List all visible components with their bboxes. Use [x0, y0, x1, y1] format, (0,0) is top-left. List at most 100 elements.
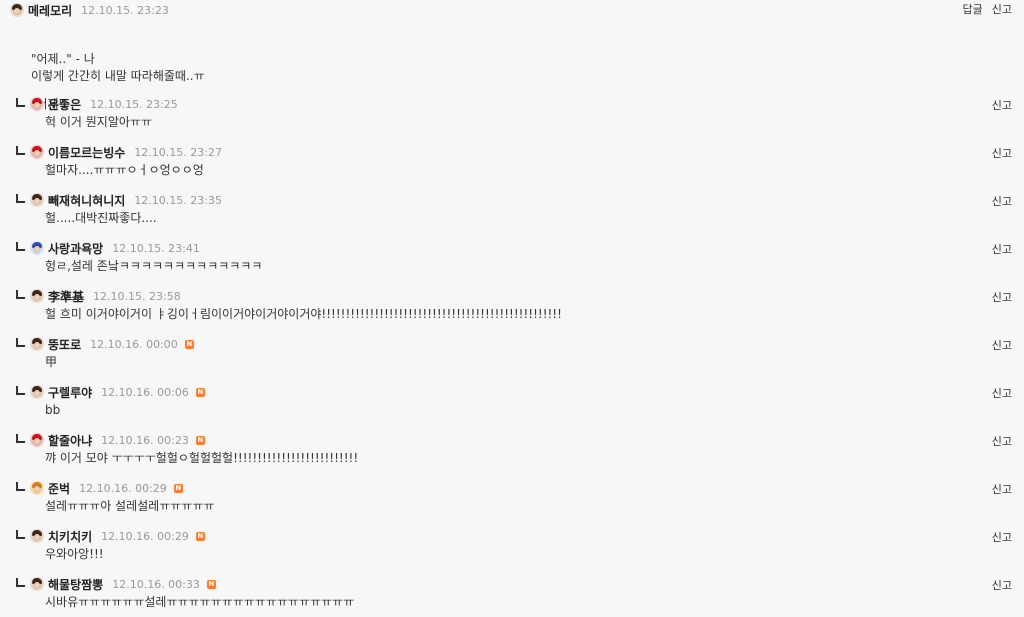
reply-timestamp: 12.10.15. 23:41: [112, 241, 200, 255]
reply-body: 헐.....대박진짜좋다....: [45, 211, 157, 225]
reply-body: 꺄 이거 모야 ㅜㅜㅜㅜ헐헐ㅇ헐헐헐헐!!!!!!!!!!!!!!!!!!!!!…: [45, 451, 359, 465]
reply-author-line: 준벅 12.10.16. 00:29 N: [16, 479, 183, 497]
report-button[interactable]: 신고: [992, 529, 1012, 545]
avatar-icon: [30, 385, 44, 399]
avatar-icon: [10, 3, 24, 17]
reply-body: 시바유ㅠㅠㅠㅠㅠㅠ설레ㅠㅠㅠㅠㅠㅠㅠㅠㅠㅠㅠㅠㅠㅠㅠㅠㅠ: [45, 595, 355, 609]
reply-author-line: 할줄아냐 12.10.16. 00:23 N: [16, 431, 205, 449]
reply-item: 뚱또로 12.10.16. 00:00 N 신고 甲: [0, 335, 1024, 383]
reply-author-line: 해물탕짬뽕 12.10.16. 00:33 N: [16, 575, 216, 593]
reply-author-line: 구렐루야 12.10.16. 00:06 N: [16, 383, 205, 401]
reply-arrow-icon: [16, 290, 25, 299]
reply-item: 사랑과욕망 12.10.15. 23:41 신고 헝ㄹ,설레 존낰ㅋㅋㅋㅋㅋㅋㅋ…: [0, 239, 1024, 287]
report-button[interactable]: 신고: [992, 97, 1012, 113]
report-button[interactable]: 신고: [992, 385, 1012, 401]
reply-arrow-icon: [16, 386, 25, 395]
avatar-icon: [30, 577, 44, 591]
reply-author-name[interactable]: 뚱또로: [48, 336, 81, 353]
avatar-icon: [30, 193, 44, 207]
root-comment: 메레모리 12.10.15. 23:23 답글 신고 "어제.." - 나 "어…: [0, 0, 1024, 111]
comment-list: 메레모리 12.10.15. 23:23 답글 신고 "어제.." - 나 "어…: [0, 0, 1024, 617]
reply-timestamp: 12.10.15. 23:58: [93, 289, 181, 303]
report-button[interactable]: 신고: [992, 193, 1012, 209]
report-button[interactable]: 신고: [992, 145, 1012, 161]
reply-author-name[interactable]: 운좋은: [48, 96, 81, 113]
avatar-icon: [30, 145, 44, 159]
reply-arrow-icon: [16, 434, 25, 443]
reply-author-name[interactable]: 할줄아냐: [48, 432, 92, 449]
avatar-icon: [30, 481, 44, 495]
reply-item: 李準基 12.10.15. 23:58 신고 헐 흐미 이거야이거이 ㅑ깅이ㅓ림…: [0, 287, 1024, 335]
reply-author-name[interactable]: 이름모르는빙수: [48, 144, 125, 161]
report-button[interactable]: 신고: [992, 1, 1012, 17]
reply-body: 헉 이거 뭔지알아ㅠㅠ: [45, 115, 152, 129]
reply-author-name[interactable]: 치키치키: [48, 528, 92, 545]
reply-arrow-icon: [16, 98, 25, 107]
reply-arrow-icon: [16, 482, 25, 491]
avatar-icon: [30, 337, 44, 351]
root-timestamp: 12.10.15. 23:23: [81, 3, 169, 17]
reply-arrow-icon: [16, 194, 25, 203]
avatar-icon: [30, 97, 44, 111]
root-comment-line: "어제.." - 나: [31, 52, 95, 66]
reply-item: 구렐루야 12.10.16. 00:06 N 신고 bb: [0, 383, 1024, 431]
reply-author-line: 사랑과욕망 12.10.15. 23:41: [16, 239, 200, 257]
root-author-line: 메레모리 12.10.15. 23:23: [10, 1, 169, 19]
reply-timestamp: 12.10.16. 00:23: [101, 433, 189, 447]
reply-button[interactable]: 답글: [963, 1, 983, 17]
root-comment-extra: 이렇게 간간히 내말 따라해줄때..ㅠ: [31, 69, 205, 83]
avatar-icon: [30, 241, 44, 255]
root-actions: 답글 신고: [963, 1, 1013, 17]
reply-timestamp: 12.10.16. 00:00: [90, 337, 178, 351]
reply-timestamp: 12.10.15. 23:25: [90, 97, 178, 111]
reply-timestamp: 12.10.16. 00:06: [101, 385, 189, 399]
reply-author-name[interactable]: 해물탕짬뽕: [48, 576, 103, 593]
reply-arrow-icon: [16, 578, 25, 587]
reply-body: 甲: [45, 355, 58, 369]
reply-body: 헐 흐미 이거야이거이 ㅑ깅이ㅓ림이이거야이거야이거야!!!!!!!!!!!!!…: [45, 307, 562, 321]
report-button[interactable]: 신고: [992, 433, 1012, 449]
reply-arrow-icon: [16, 146, 25, 155]
reply-item: 빼재혀니혀니지 12.10.15. 23:35 신고 헐.....대박진짜좋다.…: [0, 191, 1024, 239]
reply-author-line: 李準基 12.10.15. 23:58: [16, 287, 181, 305]
reply-arrow-icon: [16, 530, 25, 539]
reply-body: 헐마자....ㅠㅠㅠㅇㅓㅇ엉ㅇㅇ엉: [45, 163, 204, 177]
new-badge-icon: N: [173, 483, 183, 493]
reply-author-name[interactable]: 빼재혀니혀니지: [48, 192, 125, 209]
reply-author-line: 운좋은 12.10.15. 23:25: [16, 95, 178, 113]
reply-author-name[interactable]: 李準基: [48, 288, 84, 305]
new-badge-icon: N: [195, 387, 205, 397]
reply-item: 해물탕짬뽕 12.10.16. 00:33 N 신고 시바유ㅠㅠㅠㅠㅠㅠ설레ㅠㅠ…: [0, 575, 1024, 617]
reply-author-line: 뚱또로 12.10.16. 00:00 N: [16, 335, 194, 353]
reply-item: 준벅 12.10.16. 00:29 N 신고 설레ㅠㅠㅠ아 설레설레ㅠㅠㅠㅠㅠ: [0, 479, 1024, 527]
reply-arrow-icon: [16, 338, 25, 347]
avatar-icon: [30, 289, 44, 303]
reply-item: 이름모르는빙수 12.10.15. 23:27 신고 헐마자....ㅠㅠㅠㅇㅓㅇ…: [0, 143, 1024, 191]
reply-author-name[interactable]: 사랑과욕망: [48, 240, 103, 257]
new-badge-icon: N: [206, 579, 216, 589]
report-button[interactable]: 신고: [992, 337, 1012, 353]
reply-timestamp: 12.10.16. 00:29: [79, 481, 167, 495]
report-button[interactable]: 신고: [992, 289, 1012, 305]
reply-item: 운좋은 12.10.15. 23:25 신고 헉 이거 뭔지알아ㅠㅠ: [0, 95, 1024, 143]
reply-item: 할줄아냐 12.10.16. 00:23 N 신고 꺄 이거 모야 ㅜㅜㅜㅜ헐헐…: [0, 431, 1024, 479]
report-button[interactable]: 신고: [992, 481, 1012, 497]
reply-author-line: 치키치키 12.10.16. 00:29 N: [16, 527, 205, 545]
new-badge-icon: N: [195, 531, 205, 541]
report-button[interactable]: 신고: [992, 577, 1012, 593]
reply-arrow-icon: [16, 242, 25, 251]
reply-author-name[interactable]: 준벅: [48, 480, 70, 497]
reply-author-line: 이름모르는빙수 12.10.15. 23:27: [16, 143, 222, 161]
reply-timestamp: 12.10.15. 23:35: [134, 193, 222, 207]
reply-timestamp: 12.10.16. 00:29: [101, 529, 189, 543]
new-badge-icon: N: [195, 435, 205, 445]
reply-timestamp: 12.10.16. 00:33: [112, 577, 200, 591]
reply-item: 치키치키 12.10.16. 00:29 N 신고 우와아앙!!!: [0, 527, 1024, 575]
root-author-name[interactable]: 메레모리: [28, 2, 72, 19]
new-badge-icon: N: [184, 339, 194, 349]
avatar-icon: [30, 433, 44, 447]
reply-author-name[interactable]: 구렐루야: [48, 384, 92, 401]
reply-timestamp: 12.10.15. 23:27: [134, 145, 222, 159]
report-button[interactable]: 신고: [992, 241, 1012, 257]
reply-body: 헝ㄹ,설레 존낰ㅋㅋㅋㅋㅋㅋㅋㅋㅋㅋㅋㅋㅋ: [45, 259, 263, 273]
